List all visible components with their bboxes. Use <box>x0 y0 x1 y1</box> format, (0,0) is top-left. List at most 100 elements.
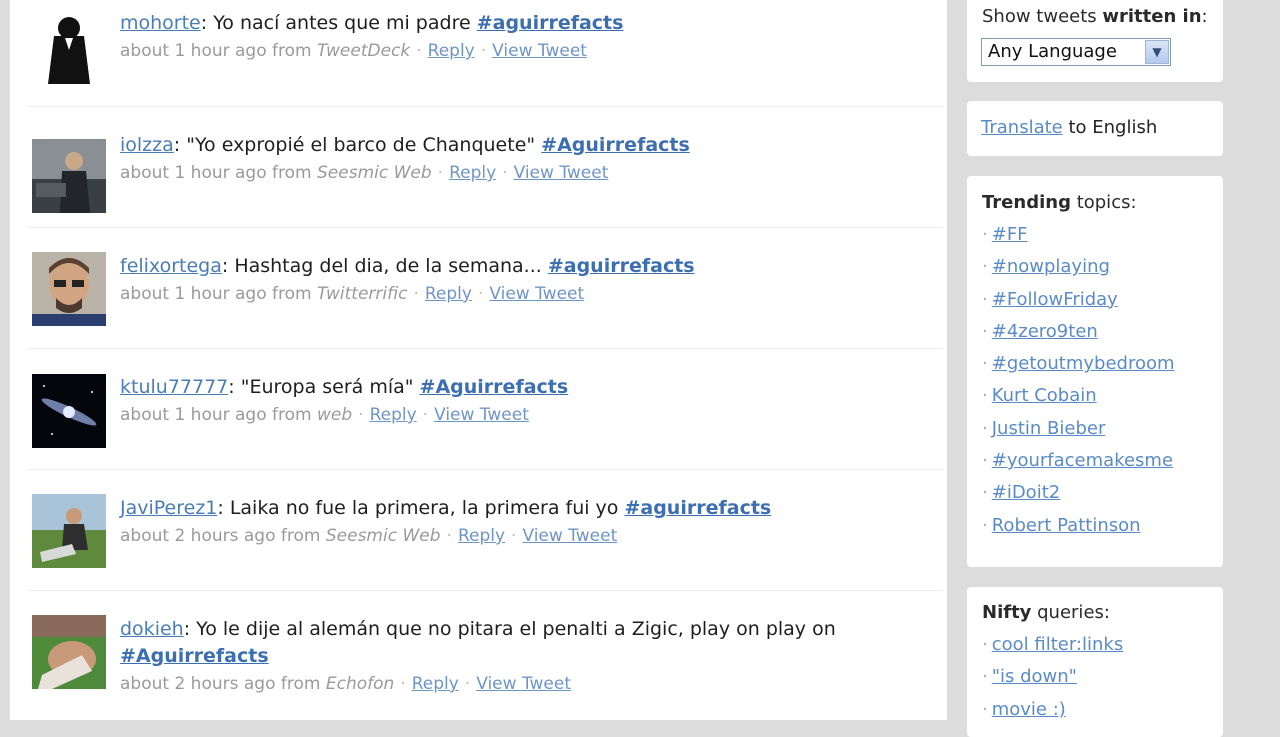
trending-topic[interactable]: · #4zero9ten <box>982 316 1175 348</box>
trending-topic-link[interactable]: Kurt Cobain <box>992 385 1097 406</box>
avatar[interactable] <box>32 139 106 213</box>
avatar[interactable] <box>32 10 106 84</box>
tweet-item: ktulu77777: "Europa será mía" #Aguirrefa… <box>28 348 943 470</box>
tweet-message: : "Yo expropié el barco de Chanquete" <box>173 134 542 156</box>
hashtag-link[interactable]: #Aguirrefacts <box>120 645 269 667</box>
tweet-username-link[interactable]: felixortega <box>120 255 222 277</box>
trending-list: · #FF · #nowplaying · #FollowFriday · #4zero9te… <box>982 219 1175 542</box>
view-tweet-link[interactable]: View Tweet <box>492 41 587 61</box>
tweet-username-link[interactable]: ktulu77777 <box>120 376 228 398</box>
nifty-title: Nifty queries: <box>982 602 1110 623</box>
tweet-item: iolzza: "Yo expropié el barco de Chanque… <box>28 106 943 228</box>
hashtag-link[interactable]: #aguirrefacts <box>548 255 695 277</box>
trending-topic-link[interactable]: Justin Bieber <box>992 418 1106 439</box>
nifty-query[interactable]: · movie :) <box>982 694 1123 726</box>
tweet-meta: about 1 hour ago from TweetDeck · Reply · Vi… <box>120 38 920 64</box>
hashtag-link[interactable]: #Aguirrefacts <box>420 376 569 398</box>
view-tweet-link[interactable]: View Tweet <box>514 163 609 183</box>
reply-link[interactable]: Reply <box>428 41 475 61</box>
separator: · <box>511 526 517 546</box>
nifty-query-link[interactable]: "is down" <box>992 666 1077 687</box>
trending-title: Trending topics: <box>982 192 1137 213</box>
tweet-time: about 1 hour ago from <box>120 405 317 425</box>
trending-topic-link[interactable]: #FF <box>992 224 1028 245</box>
hashtag-link[interactable]: #aguirrefacts <box>477 12 624 34</box>
tweet-time: about 1 hour ago from <box>120 284 317 304</box>
view-tweet-link[interactable]: View Tweet <box>434 405 529 425</box>
tweet-message: : Yo nací antes que mi padre <box>200 12 477 34</box>
trending-topic[interactable]: · #nowplaying <box>982 251 1175 283</box>
tweet-meta: about 2 hours ago from Echofon · Reply · Vie… <box>120 671 920 697</box>
trending-topic[interactable]: · Kurt Cobain <box>982 380 1175 412</box>
bullet: · <box>982 666 988 688</box>
trending-topic[interactable]: · #yourfacemakesme <box>982 445 1175 477</box>
separator: · <box>477 284 484 304</box>
tweet-time: about 1 hour ago from <box>120 163 317 183</box>
tweet-source: TweetDeck <box>317 41 411 61</box>
nifty-query[interactable]: · "is down" <box>982 661 1123 693</box>
separator: · <box>400 674 406 694</box>
language-select[interactable]: Any Language ▼ <box>981 38 1171 66</box>
trending-topic[interactable]: · Robert Pattinson <box>982 510 1175 542</box>
tweet-text: mohorte: Yo nací antes que mi padre #agu… <box>120 10 920 37</box>
reply-link[interactable]: Reply <box>412 674 459 694</box>
reply-link[interactable]: Reply <box>370 405 417 425</box>
view-tweet-link[interactable]: View Tweet <box>522 526 617 546</box>
trending-topic-link[interactable]: #iDoit2 <box>992 482 1060 503</box>
tweet-meta: about 1 hour ago from Seesmic Web · Reply ·… <box>120 160 920 186</box>
avatar[interactable] <box>32 374 106 448</box>
tweet-time: about 2 hours ago from <box>120 674 326 694</box>
bullet: · <box>982 634 988 655</box>
tweet-item: dokieh: Yo le dije al alemán que no pita… <box>28 590 943 720</box>
nifty-query-link[interactable]: movie :) <box>992 699 1066 720</box>
language-filter-box: Show tweets written in: Any Language ▼ <box>967 0 1223 82</box>
trending-topic-link[interactable]: #nowplaying <box>992 256 1110 277</box>
trending-topics-box: Trending topics: · #FF · #nowplaying · #Follo… <box>967 176 1223 567</box>
avatar[interactable] <box>32 494 106 568</box>
trending-topic-link[interactable]: Robert Pattinson <box>992 515 1141 536</box>
nifty-query[interactable]: · cool filter:links <box>982 629 1123 661</box>
tweet-meta: about 1 hour ago from Twitterrific · Reply… <box>120 281 920 307</box>
tweet-username-link[interactable]: iolzza <box>120 134 174 156</box>
reply-link[interactable]: Reply <box>425 284 472 304</box>
tweet-username-link[interactable]: mohorte <box>120 12 201 34</box>
tweet-username-link[interactable]: JaviPerez1 <box>120 497 217 519</box>
view-tweet-link[interactable]: View Tweet <box>489 284 584 304</box>
bullet: · <box>982 450 988 472</box>
hashtag-link[interactable]: #Aguirrefacts <box>541 134 690 156</box>
tweet-meta: about 2 hours ago from Seesmic Web · Reply… <box>120 523 920 549</box>
tweet-source: Seesmic Web <box>317 163 432 183</box>
trending-topic-link[interactable]: #4zero9ten <box>992 321 1098 342</box>
translate-text: Translate to English <box>981 117 1158 138</box>
trending-topic[interactable]: · Justin Bieber <box>982 413 1175 445</box>
avatar[interactable] <box>32 252 106 326</box>
view-tweet-link[interactable]: View Tweet <box>476 674 571 694</box>
nifty-query-link[interactable]: cool filter:links <box>992 634 1123 655</box>
chevron-down-icon[interactable]: ▼ <box>1145 40 1169 64</box>
tweet-text: felixortega: Hashtag del dia, de la sema… <box>120 253 920 280</box>
reply-link[interactable]: Reply <box>449 163 496 183</box>
tweet-message: : Yo le dije al alemán que no pitara el … <box>183 618 836 640</box>
trending-topic-link[interactable]: #yourfacemakesme <box>992 450 1173 471</box>
tweet-message: : Hashtag del dia, de la semana... <box>221 255 548 277</box>
translate-link[interactable]: Translate <box>981 117 1063 138</box>
avatar[interactable] <box>32 615 106 689</box>
nifty-list: · cool filter:links · "is down" · movie :) <box>982 629 1123 726</box>
separator: · <box>480 41 487 61</box>
trending-topic-link[interactable]: #getoutmybedroom <box>992 353 1175 374</box>
bullet: · <box>982 353 988 375</box>
tweet-username-link[interactable]: dokieh <box>120 618 184 640</box>
tweet-text: ktulu77777: "Europa será mía" #Aguirrefa… <box>120 374 920 401</box>
trending-topic[interactable]: · #FollowFriday <box>982 284 1175 316</box>
trending-topic[interactable]: · #getoutmybedroom <box>982 348 1175 380</box>
language-select-value: Any Language <box>988 41 1117 62</box>
trending-topic-link[interactable]: #FollowFriday <box>992 289 1118 310</box>
trending-topic[interactable]: · #iDoit2 <box>982 477 1175 509</box>
separator: · <box>413 284 419 304</box>
trending-topic[interactable]: · #FF <box>982 219 1175 251</box>
hashtag-link[interactable]: #aguirrefacts <box>624 497 771 519</box>
reply-link[interactable]: Reply <box>458 526 505 546</box>
tweet-text: iolzza: "Yo expropié el barco de Chanque… <box>120 132 920 159</box>
separator: · <box>464 674 471 694</box>
tweet-text: dokieh: Yo le dije al alemán que no pita… <box>120 616 920 670</box>
